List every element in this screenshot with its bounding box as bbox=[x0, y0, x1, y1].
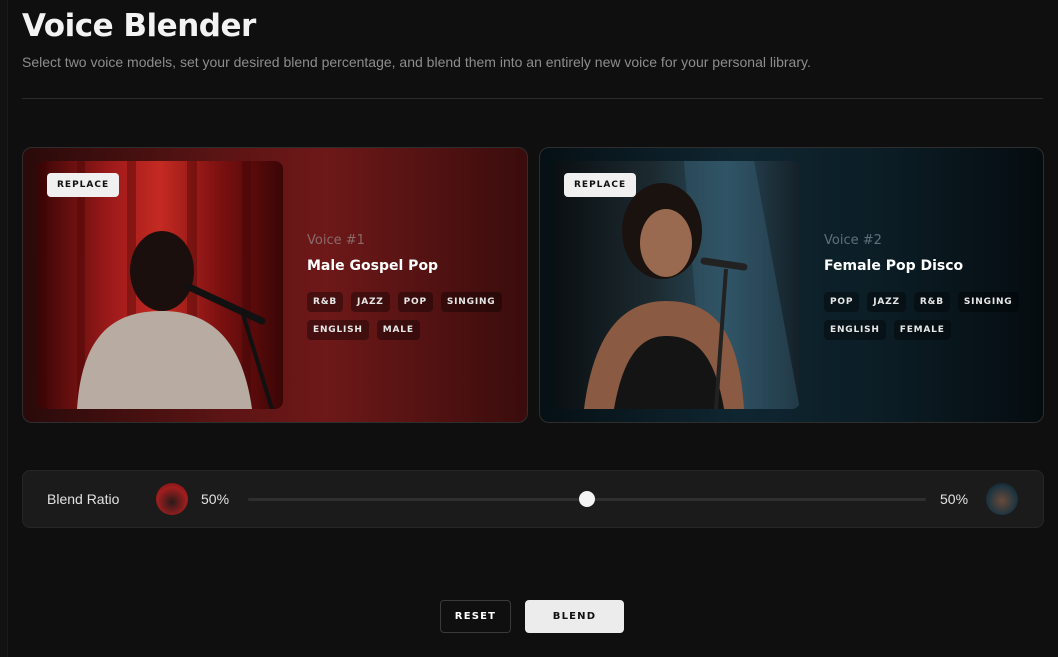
voice-2-tag: ENGLISH bbox=[824, 320, 886, 340]
voice-2-image: REPLACE bbox=[554, 161, 800, 409]
female-singer-illustration bbox=[584, 161, 800, 409]
voice-1-tag: JAZZ bbox=[351, 292, 390, 312]
voice-1-tag: R&B bbox=[307, 292, 344, 312]
voice-2-tags: POP JAZZ R&B SINGING ENGLISH FEMALE bbox=[824, 292, 1024, 340]
reset-button[interactable]: RESET bbox=[440, 600, 511, 633]
blend-ratio-label: Blend Ratio bbox=[47, 491, 120, 507]
sidebar-edge bbox=[0, 0, 8, 657]
blend-slider-fill bbox=[248, 498, 587, 501]
replace-voice-2-button[interactable]: REPLACE bbox=[564, 173, 637, 197]
page-subtitle: Select two voice models, set your desire… bbox=[22, 54, 811, 70]
voice-1-tag: ENGLISH bbox=[307, 320, 369, 340]
header-divider bbox=[22, 98, 1043, 99]
voice-2-tag: POP bbox=[824, 292, 860, 312]
male-singer-illustration bbox=[37, 161, 274, 409]
voice-1-tag: MALE bbox=[376, 320, 420, 340]
voice-1-slot-label: Voice #1 bbox=[307, 233, 365, 248]
voice-card-1: REPLACE Voice #1 Male Gospel Pop R&B JAZ… bbox=[22, 147, 528, 423]
blend-button[interactable]: BLEND bbox=[525, 600, 624, 633]
voice-2-percent: 50% bbox=[940, 491, 969, 507]
voice-2-tag: R&B bbox=[913, 292, 950, 312]
voice-card-2: REPLACE Voice #2 Female Pop Disco POP JA… bbox=[539, 147, 1044, 423]
replace-voice-1-button[interactable]: REPLACE bbox=[47, 173, 120, 197]
voice-1-percent: 50% bbox=[201, 491, 230, 507]
blend-ratio-panel: Blend Ratio 50% 50% bbox=[22, 470, 1044, 528]
voice-2-slot-label: Voice #2 bbox=[824, 233, 882, 248]
voice-1-avatar bbox=[156, 483, 188, 515]
voice-1-tags: R&B JAZZ POP SINGING ENGLISH MALE bbox=[307, 292, 507, 340]
voice-2-name: Female Pop Disco bbox=[824, 258, 964, 274]
blend-slider[interactable] bbox=[248, 491, 926, 507]
page-title: Voice Blender bbox=[22, 8, 256, 44]
voice-1-name: Male Gospel Pop bbox=[307, 258, 439, 274]
voice-1-image: REPLACE bbox=[37, 161, 283, 409]
voice-1-tag: POP bbox=[397, 292, 433, 312]
voice-blender-page: Voice Blender Select two voice models, s… bbox=[0, 0, 1058, 657]
voice-2-avatar bbox=[986, 483, 1018, 515]
voice-2-tag: SINGING bbox=[957, 292, 1019, 312]
voice-2-tag: JAZZ bbox=[867, 292, 906, 312]
voice-2-tag: FEMALE bbox=[893, 320, 951, 340]
blend-slider-thumb[interactable] bbox=[579, 491, 595, 507]
voice-1-tag: SINGING bbox=[440, 292, 502, 312]
